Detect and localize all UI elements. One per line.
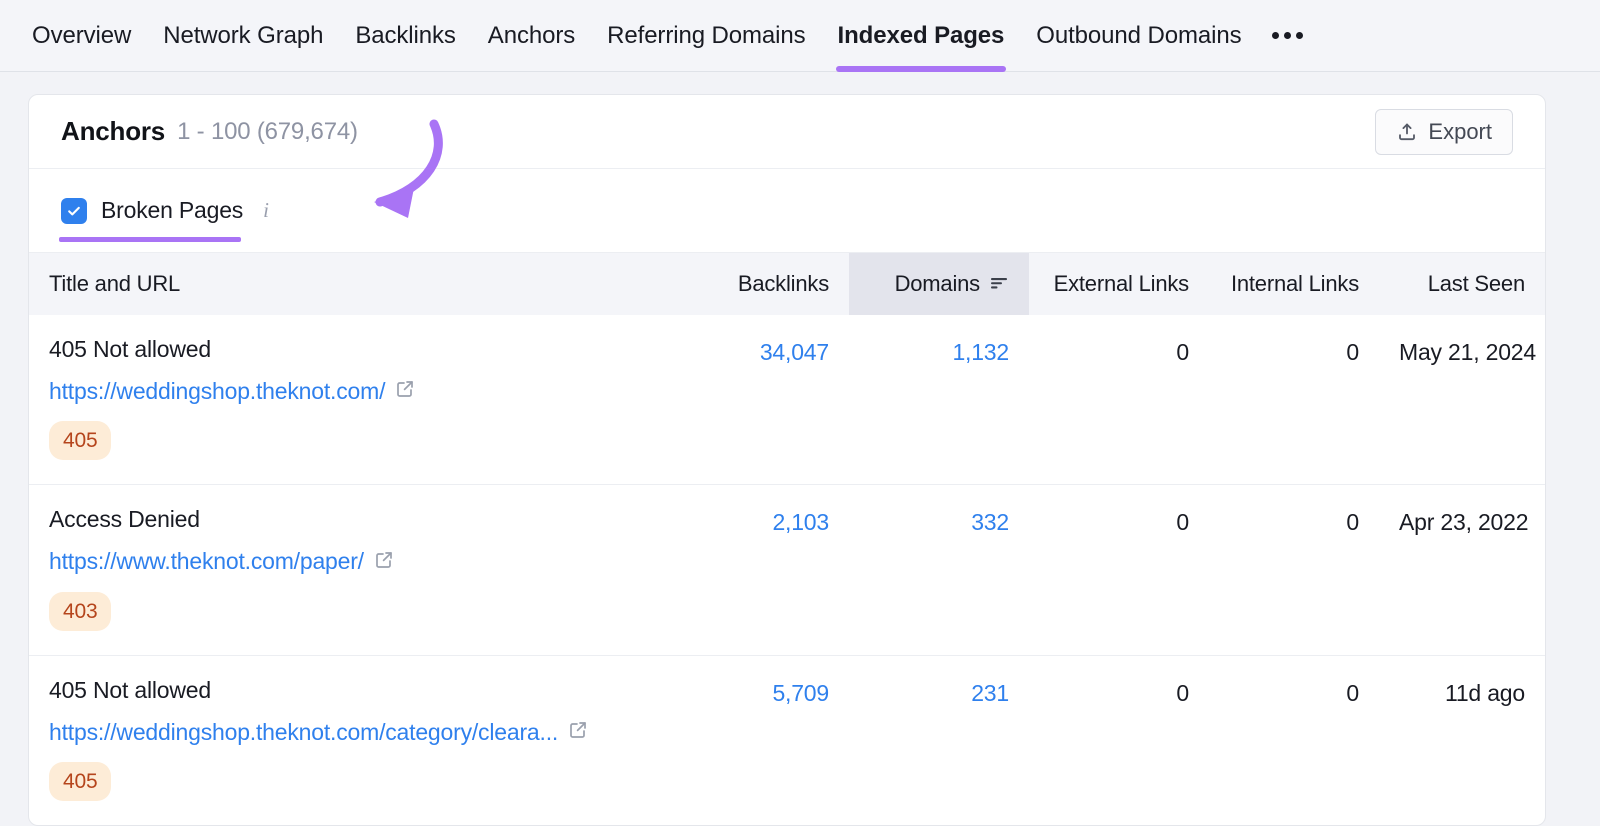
cell-backlinks: 5,709 (669, 654, 849, 825)
cell-title-and-url: 405 Not allowed https://weddingshop.thek… (29, 654, 669, 825)
cell-domains: 332 (849, 484, 1029, 656)
col-internal-links[interactable]: Internal Links (1209, 253, 1379, 315)
sort-descending-icon (989, 271, 1009, 297)
cell-internal-links: 0 (1209, 654, 1379, 825)
last-seen-value: Apr 23, 2022 (1399, 509, 1529, 536)
export-label: Export (1428, 118, 1492, 144)
col-backlinks[interactable]: Backlinks (669, 253, 849, 315)
main-tab-bar: Overview Network Graph Backlinks Anchors… (0, 0, 1600, 72)
row-title: Access Denied (49, 506, 200, 533)
external-links-value: 0 (1176, 509, 1189, 536)
col-label: Last Seen (1427, 271, 1525, 296)
table-row: Access Denied https://www.theknot.com/pa… (29, 484, 1545, 656)
export-button[interactable]: Export (1375, 108, 1513, 155)
cell-title-and-url: 405 Not allowed https://weddingshop.thek… (29, 315, 669, 485)
cell-last-seen: May 21, 2024 (1379, 315, 1545, 485)
broken-pages-filter[interactable]: Broken Pages i (61, 197, 269, 224)
status-badge: 405 (49, 421, 112, 461)
status-badge: 403 (49, 591, 112, 631)
tab-referring-domains[interactable]: Referring Domains (605, 23, 807, 72)
tab-network-graph[interactable]: Network Graph (161, 23, 325, 72)
backlinks-value[interactable]: 34,047 (760, 339, 829, 365)
external-link-icon[interactable] (374, 549, 394, 576)
col-label: External Links (1053, 271, 1190, 296)
indexed-pages-card: Anchors 1 - 100 (679,674) Export Broken … (28, 94, 1546, 826)
table-row: 405 Not allowed https://weddingshop.thek… (29, 315, 1545, 485)
external-link-icon[interactable] (395, 378, 415, 405)
internal-links-value: 0 (1346, 339, 1359, 365)
info-icon[interactable]: i (263, 198, 269, 223)
col-label: Backlinks (737, 271, 829, 296)
broken-pages-label: Broken Pages (101, 197, 244, 223)
cell-internal-links: 0 (1209, 315, 1379, 485)
col-title-and-url[interactable]: Title and URL (29, 253, 669, 315)
status-badge: 405 (49, 761, 112, 801)
cell-external-links: 0 (1029, 315, 1209, 485)
check-icon (68, 206, 80, 215)
cell-domains: 231 (849, 654, 1029, 825)
broken-pages-checkbox[interactable] (61, 197, 87, 224)
table-body: 405 Not allowed https://weddingshop.thek… (29, 315, 1545, 825)
row-url-line: https://weddingshop.theknot.com/category… (49, 719, 649, 746)
table-row: 405 Not allowed https://weddingshop.thek… (29, 654, 1545, 825)
backlinks-value[interactable]: 2,103 (772, 509, 829, 535)
col-label: Internal Links (1230, 271, 1359, 296)
dot-2 (1283, 32, 1291, 39)
cell-domains: 1,132 (849, 315, 1029, 485)
row-url-link[interactable]: https://weddingshop.theknot.com/category… (49, 719, 558, 745)
backlinks-value[interactable]: 5,709 (772, 680, 829, 706)
page-title: Anchors (61, 116, 166, 146)
col-domains[interactable]: Domains (849, 253, 1029, 315)
external-link-icon[interactable] (568, 719, 588, 746)
dot-1 (1271, 32, 1279, 39)
cell-external-links: 0 (1029, 484, 1209, 656)
col-label: Title and URL (49, 271, 181, 296)
tab-outbound-domains[interactable]: Outbound Domains (1034, 23, 1243, 72)
internal-links-value: 0 (1346, 679, 1359, 706)
tab-anchors[interactable]: Anchors (486, 23, 577, 72)
dot-3 (1295, 32, 1303, 39)
last-seen-value: May 21, 2024 (1399, 339, 1536, 365)
domains-value[interactable]: 1,132 (952, 339, 1009, 365)
tab-backlinks[interactable]: Backlinks (353, 23, 457, 72)
annotation-underline (59, 237, 241, 242)
col-label: Domains (894, 271, 981, 296)
row-url-line: https://www.theknot.com/paper/ (49, 549, 649, 576)
cell-backlinks: 34,047 (669, 315, 849, 485)
row-title: 405 Not allowed (49, 336, 211, 362)
tab-indexed-pages[interactable]: Indexed Pages (835, 23, 1007, 72)
col-external-links[interactable]: External Links (1029, 253, 1209, 315)
cell-title-and-url: Access Denied https://www.theknot.com/pa… (29, 484, 669, 656)
cell-internal-links: 0 (1209, 484, 1379, 656)
row-url-line: https://weddingshop.theknot.com/ (49, 378, 649, 405)
indexed-pages-table: Title and URL Backlinks Domains External… (29, 253, 1545, 825)
external-links-value: 0 (1176, 339, 1189, 365)
domains-value[interactable]: 332 (971, 509, 1009, 535)
card-header: Anchors 1 - 100 (679,674) Export (29, 95, 1545, 169)
row-url-link[interactable]: https://weddingshop.theknot.com/ (49, 378, 385, 404)
row-url-link[interactable]: https://www.theknot.com/paper/ (49, 549, 364, 575)
table-header: Title and URL Backlinks Domains External… (29, 253, 1545, 315)
tab-overview[interactable]: Overview (30, 23, 133, 72)
row-title: 405 Not allowed (49, 676, 211, 703)
last-seen-value: 11d ago (1444, 679, 1525, 706)
domains-value[interactable]: 231 (971, 680, 1009, 706)
export-icon (1396, 121, 1418, 143)
internal-links-value: 0 (1346, 509, 1359, 536)
cell-last-seen: Apr 23, 2022 (1379, 484, 1545, 656)
result-range-count: 1 - 100 (679,674) (177, 117, 358, 145)
cell-external-links: 0 (1029, 654, 1209, 825)
external-links-value: 0 (1176, 679, 1189, 706)
table-header-row: Title and URL Backlinks Domains External… (29, 253, 1545, 315)
filter-row: Broken Pages i (29, 169, 1545, 253)
cell-backlinks: 2,103 (669, 484, 849, 656)
col-last-seen[interactable]: Last Seen (1379, 253, 1545, 315)
cell-last-seen: 11d ago (1379, 654, 1545, 825)
more-options-icon[interactable] (1271, 32, 1303, 63)
